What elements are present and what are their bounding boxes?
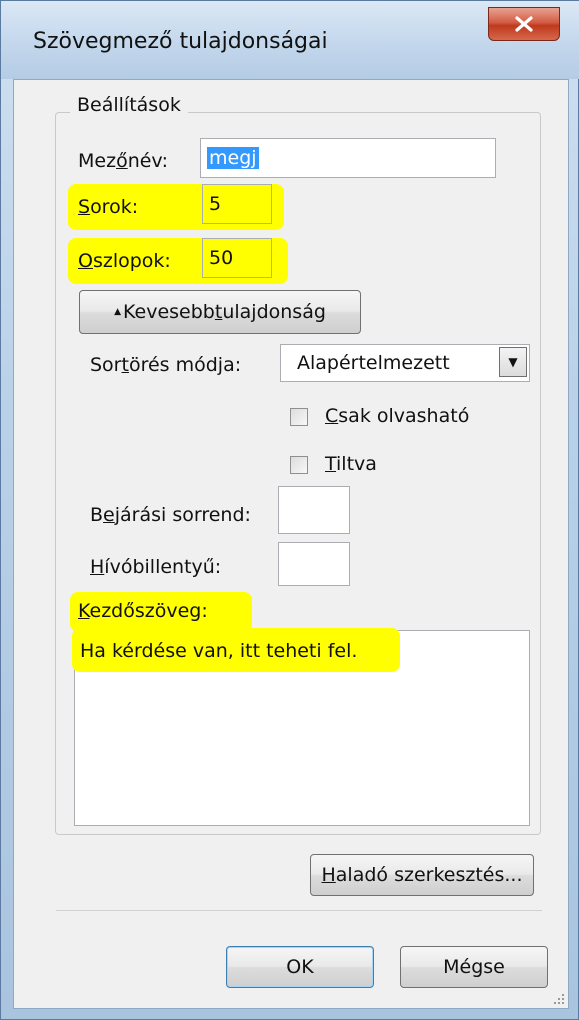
- footer-separator: [56, 910, 542, 911]
- chevron-down-icon[interactable]: ▼: [499, 347, 527, 377]
- cancel-button[interactable]: Mégse: [400, 946, 548, 988]
- tab-order-input[interactable]: [278, 486, 350, 534]
- wrap-mode-value: Alapértelmezett: [297, 352, 450, 374]
- advanced-edit-button[interactable]: Haladó szerkesztés...: [310, 854, 534, 896]
- disabled-label[interactable]: Tiltva: [325, 453, 377, 475]
- collapse-arrow-icon: ▲: [114, 307, 122, 317]
- ok-button[interactable]: OK: [226, 946, 374, 988]
- tab-order-label: Bejárási sorrend:: [90, 504, 251, 526]
- columns-value: 50: [209, 247, 234, 269]
- readonly-label[interactable]: Csak olvasható: [325, 405, 469, 427]
- close-icon: [515, 16, 533, 32]
- hotkey-label: Hívóbillentyű:: [90, 556, 222, 578]
- rows-input[interactable]: 5: [202, 184, 272, 224]
- initial-text-label: Kezdőszöveg:: [78, 600, 208, 622]
- wrap-mode-select[interactable]: Alapértelmezett ▼: [280, 344, 530, 382]
- close-button[interactable]: [488, 7, 560, 41]
- columns-label: Oszlopok:: [78, 250, 171, 272]
- initial-text-value: Ha kérdése van, itt teheti fel.: [80, 640, 358, 662]
- wrap-mode-label: Sortörés módja:: [90, 354, 242, 376]
- name-label: Mezőnév:: [78, 150, 169, 172]
- dialog-body: Beállítások Mezőnév: megj Sorok: 5 Oszlo…: [13, 79, 569, 1009]
- name-input[interactable]: megj: [200, 138, 496, 178]
- dialog-window: Szövegmező tulajdonságai Beállítások Mez…: [0, 0, 579, 1020]
- columns-input[interactable]: 50: [202, 238, 272, 278]
- fewer-properties-button[interactable]: ▲ Kevesebb t ulajdonság: [79, 290, 361, 334]
- rows-label: Sorok:: [78, 196, 139, 218]
- settings-legend: Beállítások: [70, 94, 188, 116]
- disabled-checkbox[interactable]: [290, 456, 308, 474]
- window-title: Szövegmező tulajdonságai: [33, 29, 328, 54]
- rows-value: 5: [209, 193, 222, 215]
- readonly-checkbox[interactable]: [290, 408, 308, 426]
- resize-grip-icon[interactable]: [553, 993, 565, 1005]
- title-bar[interactable]: Szövegmező tulajdonságai: [1, 1, 579, 79]
- name-value: megj: [207, 147, 259, 169]
- hotkey-input[interactable]: [278, 542, 350, 586]
